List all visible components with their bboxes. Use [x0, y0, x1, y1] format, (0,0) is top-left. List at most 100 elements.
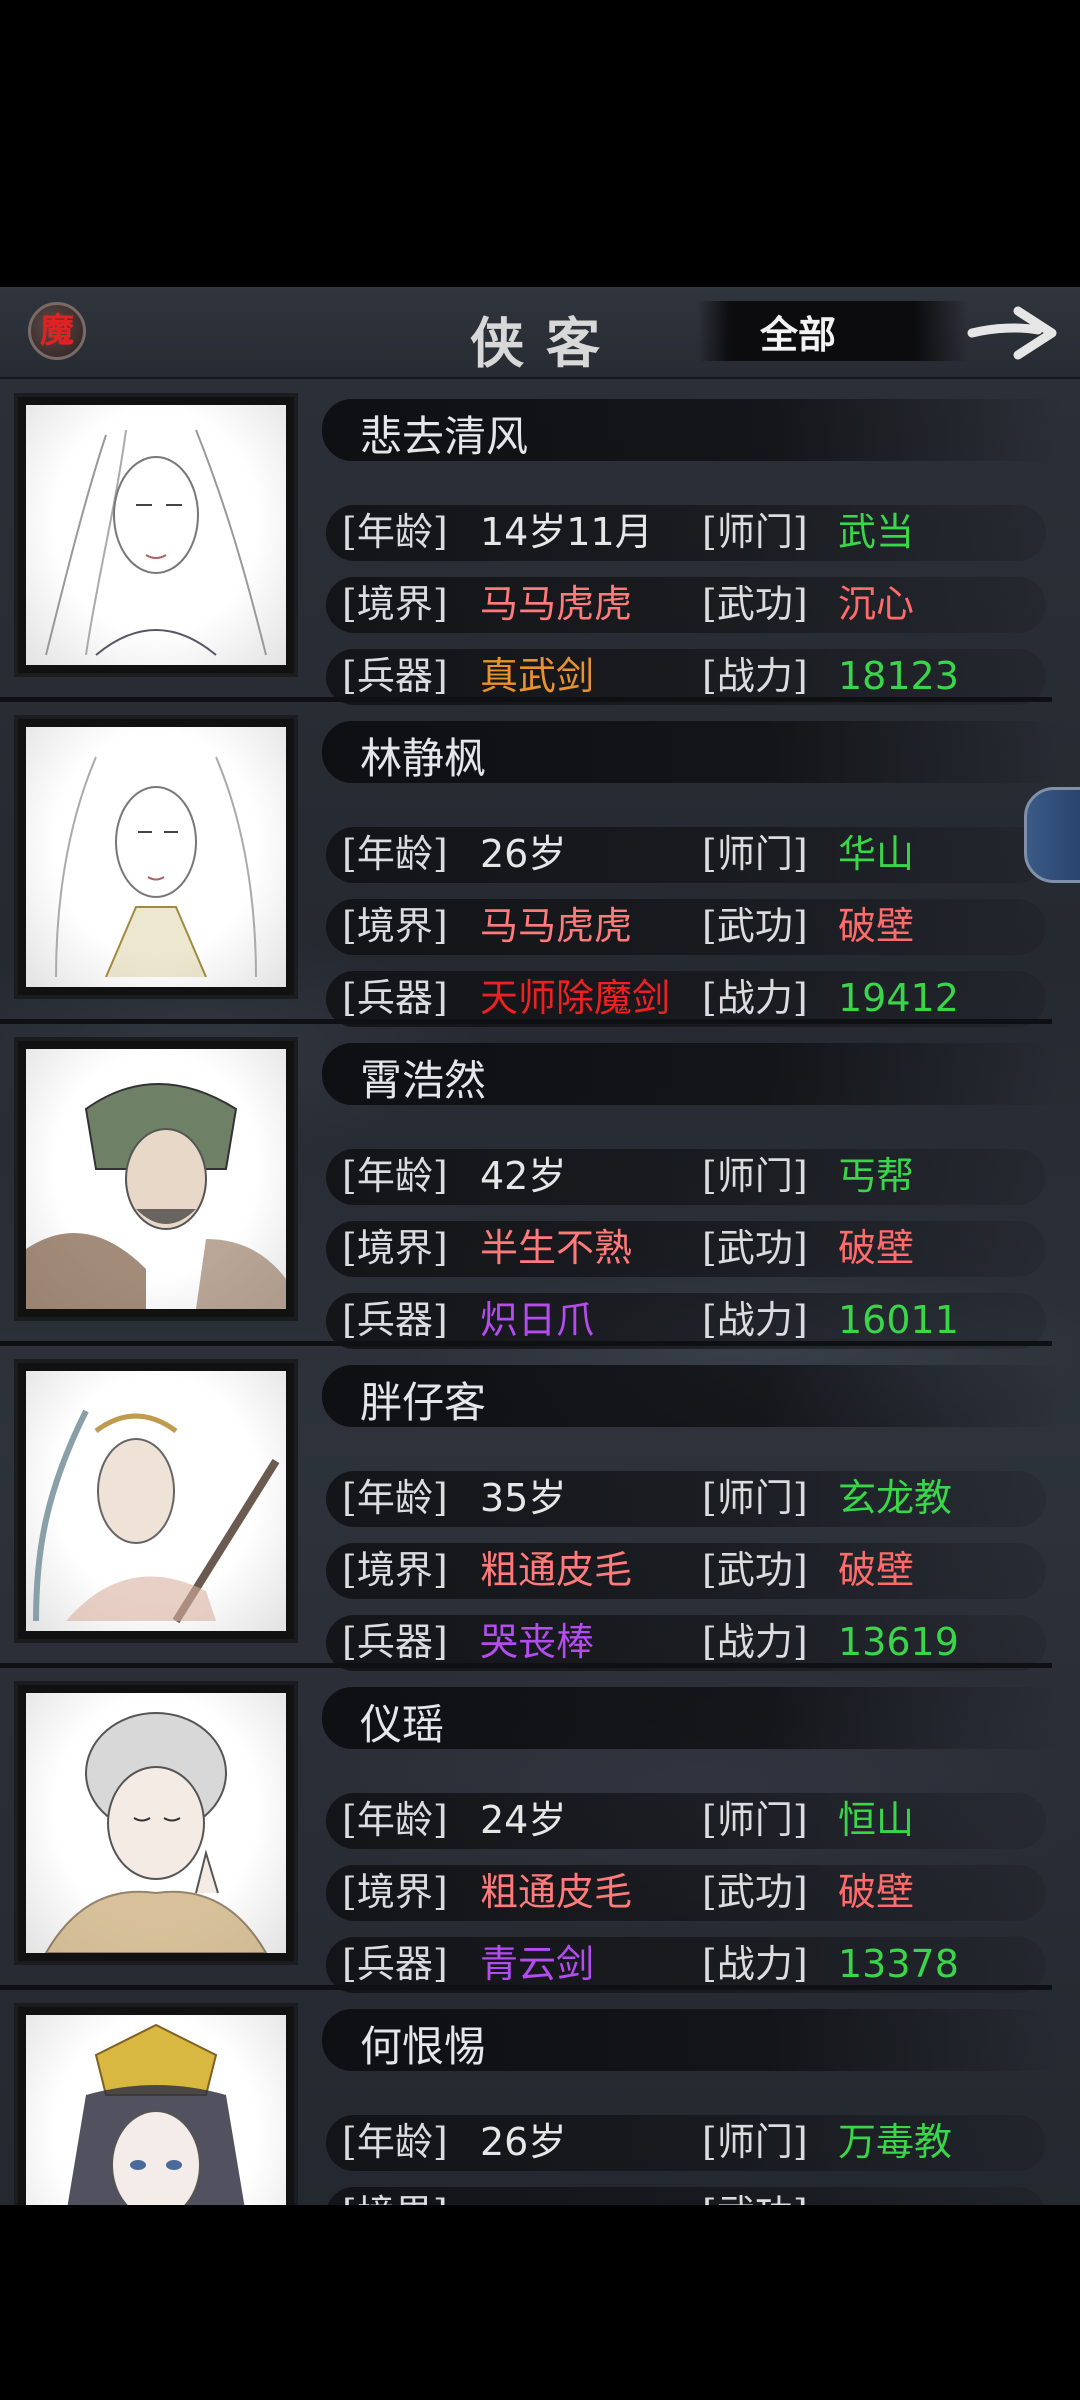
filter-label: 全部 [759, 311, 836, 357]
value-weapon: 青云剑 [480, 1942, 595, 1986]
value-weapon: 真武剑 [480, 654, 595, 698]
hero-card[interactable]: 何恨惕[年龄]26岁[师门]万毒教[境界][武功][兵器][战力] [0, 1993, 1080, 2205]
filter-selector[interactable]: 全部 [698, 301, 968, 361]
hero-name: 霄浩然 [360, 1056, 487, 1105]
value-age: 26岁 [480, 2120, 567, 2164]
label-weapon: [兵器] [342, 654, 448, 698]
card-divider [0, 1341, 1052, 1346]
portrait-art [26, 1049, 286, 1309]
hero-card[interactable]: 霄浩然 [年龄] 42岁 [师门] 丐帮 [境界] 半生不熟 [武功] 破壁 [兵器] 炽日爪 [战力… [0, 1027, 1080, 1349]
label-weapon: [兵器] [342, 1620, 448, 1664]
label-skill: [武功] [702, 2191, 808, 2205]
value-power: 18123 [838, 654, 959, 698]
value-skill: 沉心 [838, 582, 915, 626]
hero-name: 何恨惕 [360, 2022, 487, 2071]
card-divider [0, 1663, 1052, 1668]
value-age: 26岁 [480, 832, 567, 876]
label-power: [战力] [702, 1620, 808, 1664]
portrait-art [26, 1693, 286, 1953]
label-realm: [境界] [342, 2191, 448, 2205]
portrait-illustration [45, 429, 267, 656]
label-realm: [境界] [342, 582, 448, 626]
value-sect: 华山 [838, 832, 915, 876]
hero-portrait[interactable] [18, 719, 294, 995]
value-sect: 恒山 [838, 1798, 915, 1842]
label-age: [年龄] [342, 510, 448, 554]
label-power: [战力] [702, 654, 808, 698]
hero-card[interactable]: 仪瑶 [年龄] 24岁 [师门] 恒山 [境界] 粗通皮毛 [武功] 破壁 [兵器] 青云剑 [战力]… [0, 1671, 1080, 1993]
label-realm: [境界] [342, 904, 448, 948]
label-power: [战力] [702, 1942, 808, 1986]
badge-char: 魔 [40, 311, 74, 351]
hero-portrait[interactable] [18, 1685, 294, 1961]
label-realm: [境界] [342, 1870, 448, 1914]
page-title: 侠客 [470, 311, 622, 375]
card-divider [0, 1985, 1052, 1990]
value-realm: 半生不熟 [480, 1226, 633, 1270]
arrow-right-icon[interactable] [966, 303, 1062, 363]
card-divider [0, 697, 1052, 702]
side-scroll-tab[interactable] [1024, 787, 1080, 883]
value-skill: 破壁 [838, 1226, 915, 1270]
value-realm: 粗通皮毛 [480, 1548, 633, 1592]
value-realm: 马马虎虎 [480, 582, 633, 626]
hero-portrait[interactable] [18, 397, 294, 673]
demon-badge-icon[interactable]: 魔 [28, 302, 86, 360]
hero-name: 悲去清风 [360, 412, 529, 461]
label-sect: [师门] [702, 2120, 808, 2164]
portrait-art [26, 727, 286, 987]
hero-card[interactable]: 悲去清风 [年龄] 14岁11月 [师门] 武当 [境界] 马马虎虎 [武功] 沉心 [兵器] 真武… [0, 383, 1080, 705]
label-weapon: [兵器] [342, 1298, 448, 1342]
label-sect: [师门] [702, 510, 808, 554]
portrait-illustration [55, 756, 257, 978]
value-power: 16011 [838, 1298, 959, 1342]
portrait-art [26, 2015, 286, 2205]
hero-portrait[interactable] [18, 2007, 294, 2205]
portrait-illustration [44, 1712, 268, 1953]
value-weapon: 炽日爪 [480, 1298, 595, 1342]
label-sect: [师门] [702, 832, 808, 876]
label-age: [年龄] [342, 1798, 448, 1842]
hero-list-screen: 魔 侠客 全部 悲去清风 [年龄] 14岁11月 [师门] 武当 [境界] 马马虎虎 [武功]… [0, 287, 1080, 2205]
portrait-illustration [26, 1083, 286, 1309]
value-skill: 破壁 [838, 1870, 915, 1914]
label-skill: [武功] [702, 904, 808, 948]
label-sect: [师门] [702, 1798, 808, 1842]
value-power: 19412 [838, 976, 959, 1020]
label-age: [年龄] [342, 2120, 448, 2164]
value-sect: 丐帮 [838, 1154, 915, 1198]
hero-portrait[interactable] [18, 1363, 294, 1639]
value-realm: 粗通皮毛 [480, 1870, 633, 1914]
label-sect: [师门] [702, 1154, 808, 1198]
hero-name: 胖仔客 [360, 1378, 487, 1427]
label-realm: [境界] [342, 1226, 448, 1270]
label-realm: [境界] [342, 1548, 448, 1592]
label-power: [战力] [702, 1298, 808, 1342]
label-skill: [武功] [702, 1548, 808, 1592]
label-age: [年龄] [342, 832, 448, 876]
hero-card[interactable]: 林静枫 [年龄] 26岁 [师门] 华山 [境界] 马马虎虎 [武功] 破壁 [兵器] 天师除魔剑 [… [0, 705, 1080, 1027]
value-age: 14岁11月 [480, 510, 653, 554]
label-power: [战力] [702, 976, 808, 1020]
value-skill: 破壁 [838, 1548, 915, 1592]
value-sect: 万毒教 [838, 2120, 953, 2164]
label-age: [年龄] [342, 1476, 448, 1520]
value-sect: 武当 [838, 510, 915, 554]
portrait-art [26, 1371, 286, 1631]
portrait-illustration [67, 2023, 245, 2205]
value-power: 13619 [838, 1620, 959, 1664]
value-sect: 玄龙教 [838, 1476, 953, 1520]
hero-card[interactable]: 胖仔客 [年龄] 35岁 [师门] 玄龙教 [境界] 粗通皮毛 [武功] 破壁 [兵器] 哭丧棒 [战… [0, 1349, 1080, 1671]
hero-name: 林静枫 [360, 734, 487, 783]
label-skill: [武功] [702, 582, 808, 626]
label-weapon: [兵器] [342, 976, 448, 1020]
value-age: 24岁 [480, 1798, 567, 1842]
hero-portrait[interactable] [18, 1041, 294, 1317]
top-bar: 魔 侠客 全部 [0, 287, 1080, 379]
label-sect: [师门] [702, 1476, 808, 1520]
value-age: 42岁 [480, 1154, 567, 1198]
value-power: 13378 [838, 1942, 959, 1986]
label-skill: [武功] [702, 1226, 808, 1270]
label-age: [年龄] [342, 1154, 448, 1198]
hero-name: 仪瑶 [360, 1700, 445, 1749]
